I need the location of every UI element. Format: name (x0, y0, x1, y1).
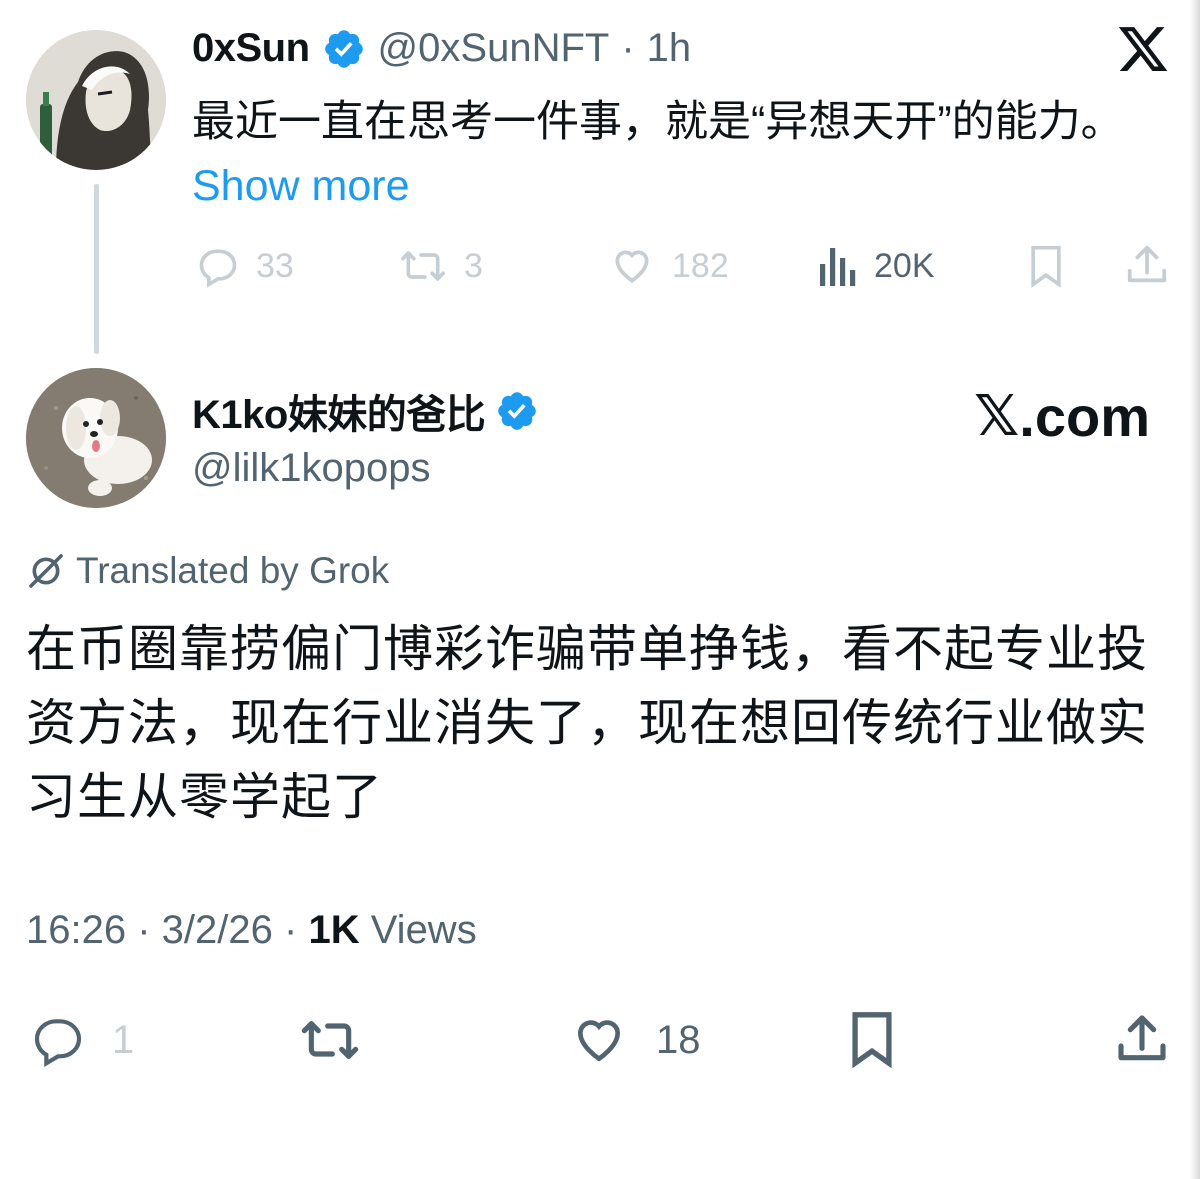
reply-action[interactable]: 1 (30, 1012, 134, 1068)
views-count: 20K (874, 246, 935, 285)
heart-icon (615, 250, 649, 283)
watermark-suffix: .com (1019, 385, 1150, 448)
display-name[interactable]: K1ko妹妹的爸比 (192, 382, 486, 440)
like-count: 182 (672, 246, 729, 285)
avatar-k1ko[interactable] (26, 368, 166, 508)
bookmark-icon (852, 1012, 892, 1068)
dot-separator: · (621, 26, 635, 70)
thread-connector-line (94, 184, 99, 354)
tweet-meta: 16:26 · 3/2/26 · 1K Views (26, 908, 477, 952)
retweet-icon (301, 1021, 359, 1059)
quoted-tweet-header: 0xSun @0xSunNFT · 1h (192, 26, 691, 71)
reply-icon (34, 1019, 82, 1068)
share-icon (1118, 1015, 1166, 1061)
reply-count: 1 (112, 1017, 135, 1062)
retweet-count: 3 (464, 246, 483, 285)
tweet-body: 最近一直在思考一件事，就是“异想天开”的能力。 (192, 98, 1124, 146)
translated-by-grok[interactable]: Translated by Grok (26, 550, 389, 592)
like-count: 18 (656, 1017, 701, 1062)
like-action[interactable]: 182 (608, 244, 729, 288)
reply-tweet-text: 在币圈靠捞偏门博彩诈骗带单挣钱，看不起专业投资方法，现在行业消失了，现在想回传统… (26, 621, 1148, 825)
grok-icon (29, 554, 63, 588)
views-action[interactable]: 20K (818, 244, 935, 288)
x-logo-icon (1116, 22, 1170, 81)
x-logo-icon: 𝕏 (974, 384, 1020, 449)
views-label: Views (370, 908, 477, 952)
handle[interactable]: @0xSunNFT (378, 26, 610, 71)
bookmark-action[interactable] (1026, 244, 1066, 288)
analytics-icon (820, 248, 856, 286)
show-more-link[interactable]: Show more (192, 162, 409, 210)
verified-badge-icon (324, 29, 363, 68)
heart-icon (577, 1020, 621, 1062)
handle[interactable]: @lilk1kopops (192, 446, 431, 491)
quoted-tweet-text: 最近一直在思考一件事，就是“异想天开”的能力。 Show more (192, 90, 1167, 218)
share-action[interactable] (1114, 1010, 1170, 1068)
retweet-action[interactable] (298, 1012, 362, 1068)
share-action[interactable] (1124, 242, 1170, 288)
reply-tweet-header: K1ko妹妹的爸比 (192, 382, 539, 440)
translated-label: Translated by Grok (76, 550, 390, 591)
reply-action[interactable]: 33 (196, 244, 294, 288)
views-count: 1K (308, 908, 360, 952)
like-action[interactable]: 18 (568, 1012, 701, 1068)
share-icon (1127, 245, 1167, 283)
tweet-date[interactable]: 3/2/26 (162, 908, 273, 952)
verified-badge-icon (498, 392, 537, 430)
screenshot-edge-shadow (1190, 0, 1200, 1179)
reply-count: 33 (256, 246, 294, 285)
display-name[interactable]: 0xSun (192, 26, 310, 71)
avatar-0xsun[interactable] (26, 30, 166, 170)
reply-icon (199, 249, 237, 288)
timestamp[interactable]: 1h (647, 26, 692, 71)
x-com-watermark: 𝕏 .com (974, 384, 1150, 449)
tweet-time[interactable]: 16:26 (26, 908, 126, 952)
bookmark-icon (1031, 245, 1061, 288)
retweet-action[interactable]: 3 (398, 244, 483, 288)
retweet-icon (401, 251, 445, 281)
bookmark-action[interactable] (846, 1010, 898, 1068)
